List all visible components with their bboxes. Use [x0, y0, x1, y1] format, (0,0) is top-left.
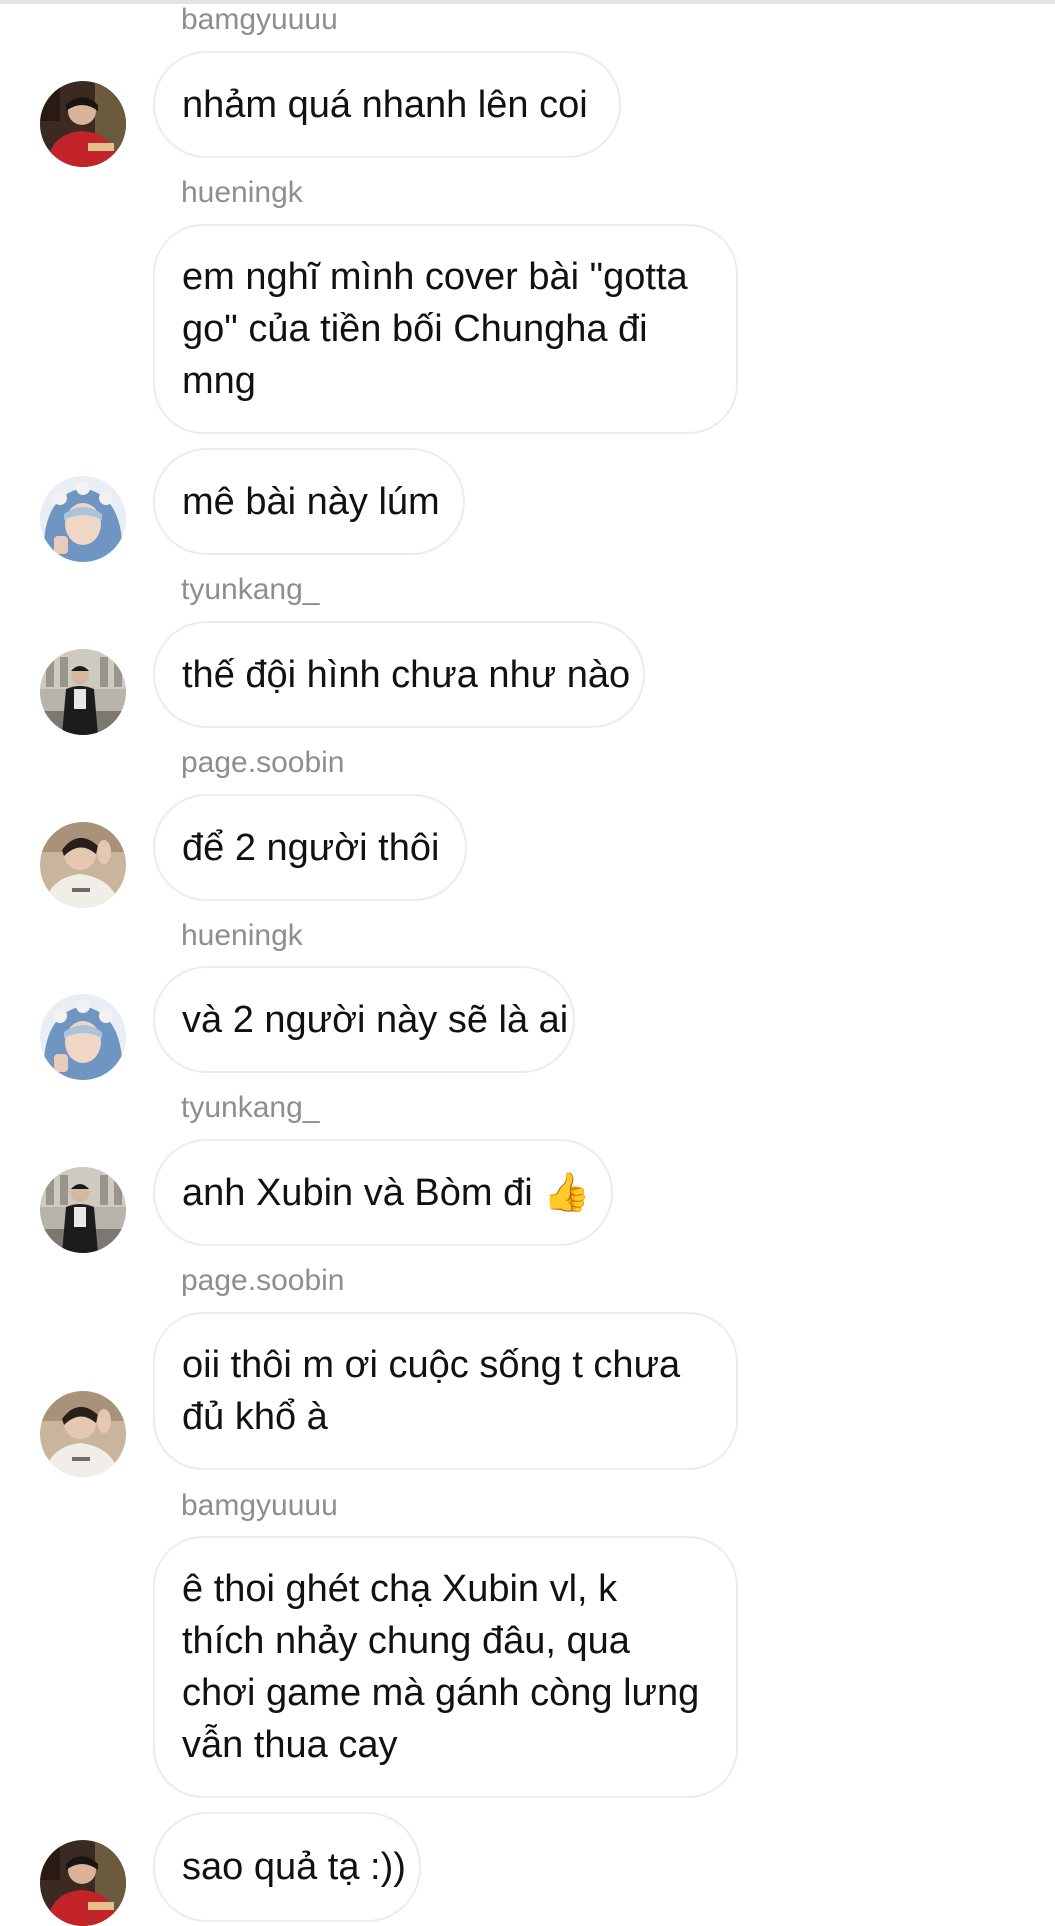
message-text: anh Xubin và Bòm đi 👍 [182, 1171, 591, 1214]
sender-username[interactable]: tyunkang_ [181, 572, 319, 608]
user-avatar-white-sweater[interactable] [40, 1391, 126, 1477]
message-text: sao quả tạ :)) [182, 1846, 406, 1888]
user-avatar-blue-hood[interactable] [40, 476, 126, 562]
sender-username[interactable]: hueningk [181, 175, 303, 211]
message-bubble[interactable]: thế đội hình chưa như nào [153, 621, 645, 728]
message-bubble[interactable]: để 2 người thôi [153, 794, 467, 901]
message-text: thế đội hình chưa như nào [182, 653, 631, 696]
top-divider [0, 0, 1055, 4]
message-bubble[interactable]: em nghĩ mình cover bài "gotta go" của ti… [153, 224, 738, 434]
user-avatar-city-street[interactable] [40, 1167, 126, 1253]
message-text: mê bài này lúm [182, 480, 440, 523]
message-bubble[interactable]: và 2 người này sẽ là ai [153, 966, 575, 1073]
message-bubble[interactable]: mê bài này lúm [153, 448, 465, 555]
sender-username[interactable]: hueningk [181, 918, 303, 954]
user-avatar-city-street[interactable] [40, 649, 126, 735]
user-avatar-red-shirt[interactable] [40, 1840, 126, 1926]
sender-username[interactable]: page.soobin [181, 1263, 344, 1299]
sender-username[interactable]: page.soobin [181, 745, 344, 781]
message-bubble[interactable]: oii thôi m ơi cuộc sống t chưa đủ khổ à [153, 1312, 738, 1470]
message-bubble[interactable]: anh Xubin và Bòm đi 👍 [153, 1139, 613, 1246]
sender-username[interactable]: bamgyuuuu [181, 1488, 338, 1524]
message-bubble[interactable]: ê thoi ghét chạ Xubin vl, k thích nhảy c… [153, 1536, 738, 1798]
message-bubble[interactable]: nhảm quá nhanh lên coi [153, 51, 621, 158]
message-text: để 2 người thôi [182, 826, 440, 869]
message-text: oii thôi m ơi cuộc sống t chưa đủ khổ à [182, 1344, 681, 1438]
sender-username[interactable]: tyunkang_ [181, 1090, 319, 1126]
user-avatar-red-shirt[interactable] [40, 81, 126, 167]
message-text: em nghĩ mình cover bài "gotta go" của ti… [182, 256, 688, 402]
user-avatar-blue-hood[interactable] [40, 994, 126, 1080]
sender-username[interactable]: bamgyuuuu [181, 2, 338, 38]
message-bubble[interactable]: sao quả tạ :)) [153, 1812, 421, 1922]
message-text: nhảm quá nhanh lên coi [182, 83, 588, 126]
user-avatar-white-sweater[interactable] [40, 822, 126, 908]
message-text: và 2 người này sẽ là ai [182, 998, 569, 1041]
message-text: ê thoi ghét chạ Xubin vl, k thích nhảy c… [182, 1568, 700, 1766]
